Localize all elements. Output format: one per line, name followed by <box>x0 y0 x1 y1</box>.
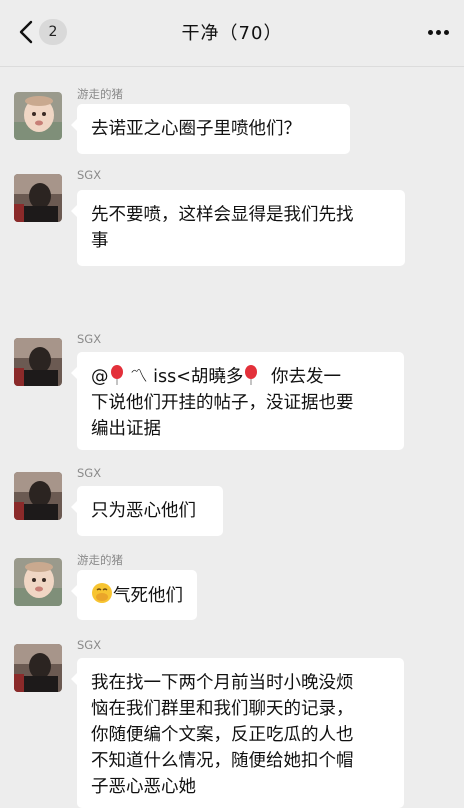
dark-avatar-icon <box>14 174 62 222</box>
more-dots-icon[interactable] <box>426 20 452 44</box>
mention-prefix: @ <box>91 367 109 387</box>
message-text-line: 先不要喷，这样会显得是我们先找 <box>91 205 354 225</box>
message-text-line: 我在找一下两个月前当时小晚没烦 <box>91 673 354 693</box>
message-text-line: 恼在我们群里和我们聊天的记录， <box>91 699 354 719</box>
balloon-icon <box>110 365 123 385</box>
sender-name: SGX <box>77 168 102 182</box>
message-text-line: 不知道什么情况，随便给她扣个帽 <box>91 751 354 771</box>
message-bubble[interactable]: @ 〽 iss<胡曉多 你去发一 下说他们开挂的帖子，没证据也要 编出证据 <box>71 352 404 450</box>
message-text: 气死他们 <box>113 586 183 606</box>
message-bubble[interactable]: 我在找一下两个月前当时小晚没烦 恼在我们群里和我们聊天的记录， 你随便编个文案，… <box>71 658 404 808</box>
mention-line: @ 〽 iss<胡曉多 你去发一 <box>91 364 392 390</box>
chat-title: 干净（70） <box>181 23 283 44</box>
mention-name[interactable]: 〽 iss<胡曉多 <box>130 367 243 387</box>
balloon-icon <box>245 365 258 385</box>
avatar[interactable] <box>14 472 62 520</box>
chat-header: 2 干净（70） <box>0 0 464 67</box>
dark-avatar-icon <box>14 472 62 520</box>
baby-avatar-icon <box>14 92 62 140</box>
message-bubble[interactable]: 只为恶心他们 <box>71 486 223 536</box>
dark-avatar-icon <box>14 338 62 386</box>
message-text-line: 你随便编个文案，反正吃瓜的人也 <box>91 725 354 745</box>
sender-name: SGX <box>77 332 102 346</box>
avatar[interactable] <box>14 174 62 222</box>
message-line: 气死他们 <box>91 582 185 609</box>
avatar[interactable] <box>14 92 62 140</box>
message-text: 只为恶心他们 <box>91 501 196 521</box>
message-text-line: 子恶心恶心她 <box>91 777 196 797</box>
avatar[interactable] <box>14 558 62 606</box>
message-text-line: 事 <box>91 231 109 251</box>
message-bubble[interactable]: 去诺亚之心圈子里喷他们？ <box>71 104 350 154</box>
sender-name: 游走的猪 <box>77 87 123 101</box>
message-text-line: 你去发一 <box>270 367 341 387</box>
message-bubble[interactable]: 气死他们 <box>71 570 197 620</box>
message-text-line: 下说他们开挂的帖子，没证据也要 <box>91 393 354 413</box>
avatar[interactable] <box>14 644 62 692</box>
message-text-line: 编出证据 <box>91 419 161 439</box>
sender-name: SGX <box>77 466 102 480</box>
face-hand-over-mouth-emoji-icon <box>92 583 112 603</box>
baby-avatar-icon <box>14 558 62 606</box>
dark-avatar-icon <box>14 644 62 692</box>
sender-name: SGX <box>77 638 102 652</box>
avatar[interactable] <box>14 338 62 386</box>
sender-name: 游走的猪 <box>77 553 123 567</box>
message-bubble[interactable]: 先不要喷，这样会显得是我们先找 事 <box>71 190 405 266</box>
message-text: 去诺亚之心圈子里喷他们？ <box>91 119 301 139</box>
